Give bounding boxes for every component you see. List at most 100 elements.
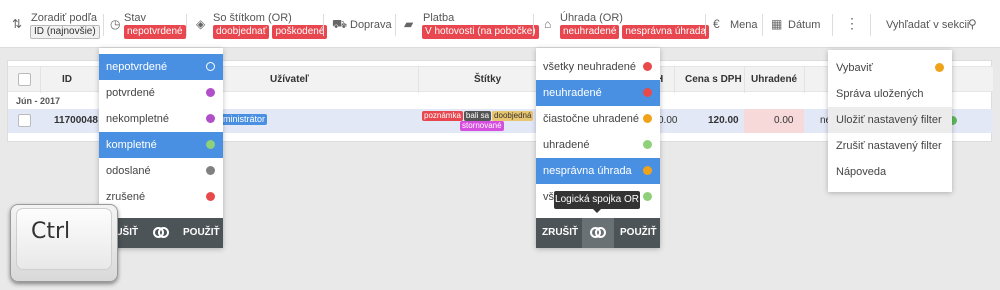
search-box[interactable]: Vyhľadať v sekcii ⚲ [872, 0, 1000, 48]
status-option[interactable]: potvrdené [99, 80, 223, 106]
user-badge: ministrátor [221, 114, 268, 125]
toolbar-divider [103, 14, 104, 36]
paid-filter[interactable]: ⌂ Úhrada (OR) neuhradené nesprávna úhrada [533, 0, 710, 48]
filter-toolbar: ⇅ Zoradiť podľa ID (najnovšie) ◷ Stav ne… [0, 0, 1000, 48]
tag-chip: doobjednať [213, 25, 270, 39]
paid-dropdown: všetky neuhradené neuhradené čiastočne u… [536, 48, 660, 248]
status-filter-label: Stav [124, 12, 147, 24]
currency-icon: € [713, 17, 720, 31]
order-id[interactable]: 11700048 [54, 115, 98, 126]
row-tag: bali sa [463, 111, 492, 121]
row-value: 0.00 [658, 115, 678, 126]
shipping-label: Doprava [350, 19, 392, 31]
sort-control[interactable]: ⇅ Zoradiť podľa ID (najnovšie) [0, 0, 105, 48]
paid-option[interactable]: neuhradené [536, 80, 660, 106]
tags-filter[interactable]: ◈ So štítkom (OR) doobjednať poškodené [186, 0, 328, 48]
payment-tag: V hotovosti (na pobočke) [422, 25, 539, 39]
ctrl-key-label: Ctrl [31, 219, 71, 244]
check-circle-icon: ◷ [110, 17, 121, 31]
toolbar-divider [870, 14, 871, 36]
status-option[interactable]: zrušené [99, 184, 223, 210]
sort-az-icon: ⇅ [12, 17, 23, 31]
column-user[interactable]: Užívateľ [270, 74, 309, 85]
menu-item-save-filter[interactable]: Uložiť nastavený filter [828, 107, 952, 133]
or-toggle-button[interactable] [582, 218, 614, 248]
date-label: Dátum [788, 19, 821, 31]
status-dot-icon [206, 114, 215, 123]
or-logic-icon[interactable] [153, 227, 169, 239]
status-dot-icon [643, 62, 652, 71]
row-price: 120.00 [708, 115, 739, 126]
paid-tag: nesprávna úhrada [622, 25, 710, 39]
paid-option[interactable]: uhradené [536, 132, 660, 158]
paid-dropdown-footer: ZRUŠIŤ POUŽIŤ [536, 218, 660, 248]
row-tag: poznámka [422, 111, 463, 121]
status-dot-icon [643, 192, 652, 201]
status-option[interactable]: odoslané [99, 158, 223, 184]
row-tag: doobjedná [492, 111, 534, 121]
more-options-button[interactable]: ⋮ [834, 0, 864, 48]
apply-button[interactable]: POUŽIŤ [620, 218, 657, 248]
bank-icon: ⌂ [544, 17, 552, 31]
ctrl-keycap: Ctrl [16, 208, 112, 270]
sort-value: ID (najnovšie) [30, 25, 100, 39]
status-dot-icon [206, 140, 215, 149]
paid-tag: neuhradené [560, 25, 620, 39]
payment-filter[interactable]: ▰ Platba V hotovosti (na pobočke) [395, 0, 539, 48]
status-option[interactable]: nepotvrdené [99, 54, 223, 80]
status-filter[interactable]: ◷ Stav nepotvrdené [105, 0, 186, 48]
or-logic-icon [590, 227, 606, 239]
tag-icon: ◈ [196, 17, 206, 31]
menu-item-saved-filters[interactable]: Správa uložených filtrov [828, 81, 952, 126]
group-label: Jún - 2017 [16, 96, 61, 106]
row-tag: stornované [460, 121, 504, 131]
paid-option[interactable]: nesprávna úhrada [536, 158, 660, 184]
status-dot-icon [643, 114, 652, 123]
paid-filter-label: Úhrada (OR) [560, 12, 623, 24]
column-price[interactable]: Cena s DPH [685, 74, 742, 85]
more-options-menu: Vybaviť Správa uložených filtrov Uložiť … [828, 50, 952, 192]
select-all-checkbox[interactable] [18, 73, 31, 86]
wallet-icon: ▰ [404, 17, 414, 31]
row-checkbox[interactable] [18, 114, 31, 127]
paid-cell: 0.00 [744, 109, 804, 133]
toolbar-divider [832, 14, 833, 36]
menu-item-handle[interactable]: Vybaviť [828, 55, 952, 81]
search-icon: ⚲ [968, 17, 977, 31]
row-paid: 0.00 [774, 115, 794, 126]
column-paid[interactable]: Uhradené [751, 74, 797, 85]
status-dot-icon [935, 63, 944, 72]
tooltip-arrow [593, 209, 601, 213]
menu-item-clear-filter[interactable]: Zrušiť nastavený filter [828, 133, 952, 159]
search-input[interactable]: Vyhľadať v sekcii [886, 19, 969, 31]
cancel-button[interactable]: ZRUŠIŤ [542, 218, 578, 248]
status-option[interactable]: nekompletné [99, 106, 223, 132]
status-option[interactable]: kompletné [99, 132, 223, 158]
calendar-icon: ▦ [771, 17, 783, 31]
tags-filter-label: So štítkom (OR) [213, 12, 292, 24]
shipping-filter[interactable]: ⛟ Doprava [323, 0, 393, 48]
tag-chip: poškodené [272, 25, 328, 39]
currency-label: Mena [730, 19, 758, 31]
paid-option[interactable]: všetky neuhradené [536, 54, 660, 80]
status-tag: nepotvrdené [124, 25, 186, 39]
status-dot-icon [206, 192, 215, 201]
status-dot-icon [643, 88, 652, 97]
status-dot-icon [643, 166, 652, 175]
circle-icon [206, 62, 215, 71]
paid-option[interactable]: čiastočne uhradené [536, 106, 660, 132]
column-tags[interactable]: Štítky [474, 74, 501, 85]
sort-label: Zoradiť podľa [31, 12, 98, 24]
or-tooltip: Logická spojka OR [554, 191, 640, 209]
menu-item-help[interactable]: Nápoveda [828, 159, 952, 185]
status-dot-icon [206, 88, 215, 97]
currency-filter[interactable]: € Mena [705, 0, 762, 48]
ctrl-key-overlay: Ctrl [10, 204, 118, 282]
truck-icon: ⛟ [332, 17, 348, 31]
payment-label: Platba [423, 12, 455, 24]
apply-button[interactable]: POUŽIŤ [183, 218, 220, 248]
status-dot-icon [643, 140, 652, 149]
column-id[interactable]: ID [62, 74, 72, 85]
date-filter[interactable]: ▦ Dátum [762, 0, 832, 48]
vertical-dots-icon: ⋮ [845, 15, 859, 31]
